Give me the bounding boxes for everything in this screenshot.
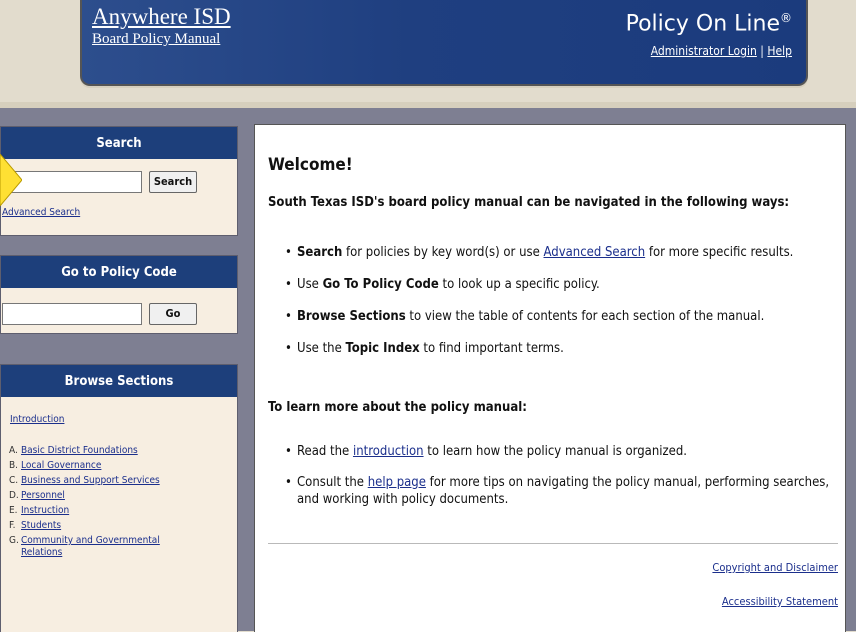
list-item: Read the introduction to learn how the p… — [285, 443, 840, 460]
admin-login-link[interactable]: Administrator Login — [651, 44, 757, 58]
site-name-link[interactable]: Anywhere ISD — [92, 4, 231, 30]
site-title-block: Anywhere ISD Board Policy Manual — [92, 4, 231, 48]
way-topic-index-bold: Topic Index — [345, 341, 420, 356]
pointer-arrow-icon — [0, 154, 22, 206]
section-link[interactable]: Business and Support Services — [21, 475, 160, 487]
help-link[interactable]: Help — [767, 44, 792, 58]
section-link[interactable]: Personnel — [21, 490, 65, 502]
policy-code-input[interactable] — [2, 303, 142, 325]
section-list-item: F. Students — [9, 520, 201, 532]
list-item: Browse Sections to view the table of con… — [285, 309, 793, 325]
header-link-separator: | — [760, 44, 764, 59]
section-list-item: B. Local Governance — [9, 460, 201, 472]
introduction-inline-link[interactable]: introduction — [353, 444, 424, 459]
section-list-item: G. Community and Governmental Relations — [9, 535, 201, 559]
navigation-ways-list: Search for policies by key word(s) or us… — [285, 245, 793, 373]
way-text: Use — [297, 277, 323, 292]
way-browse-bold: Browse Sections — [297, 309, 406, 324]
section-list-item: E. Instruction — [9, 505, 201, 517]
section-list-item: A. Basic District Foundations — [9, 445, 201, 457]
search-panel: Search Search Advanced Search — [0, 126, 238, 236]
copyright-link[interactable]: Copyright and Disclaimer — [712, 561, 838, 574]
header-links: Administrator Login | Help — [626, 44, 792, 58]
welcome-heading: Welcome! — [268, 155, 353, 175]
section-link[interactable]: Community and Governmental Relations — [21, 535, 201, 559]
section-link[interactable]: Basic District Foundations — [21, 445, 138, 457]
way-policy-code-bold: Go To Policy Code — [322, 277, 439, 292]
search-input[interactable] — [2, 171, 142, 193]
list-item: Use the Topic Index to find important te… — [285, 341, 793, 357]
learn-more-list: Read the introduction to learn how the p… — [285, 443, 840, 522]
section-list-item: D. Personnel — [9, 490, 201, 502]
list-item: Search for policies by key word(s) or us… — [285, 245, 793, 261]
section-letter: F. — [9, 520, 16, 531]
learn-text: Read the — [297, 444, 353, 459]
search-button[interactable]: Search — [149, 171, 197, 193]
brand-block: Policy On Line® Administrator Login | He… — [626, 4, 792, 58]
way-text: Use the — [297, 341, 346, 356]
section-link[interactable]: Local Governance — [21, 460, 101, 472]
way-text: to look up a specific policy. — [438, 277, 600, 292]
intro-text: South Texas ISD's board policy manual ca… — [268, 195, 790, 210]
list-item: Consult the help page for more tips on n… — [285, 474, 840, 508]
section-letter: C. — [9, 475, 19, 486]
go-button[interactable]: Go — [149, 303, 197, 325]
section-letter: B. — [9, 460, 19, 471]
brand-name: Policy On Line — [625, 11, 780, 37]
registered-mark: ® — [780, 11, 792, 25]
section-letter: E. — [9, 505, 18, 516]
policy-code-panel: Go to Policy Code Go — [0, 255, 238, 334]
introduction-link[interactable]: Introduction — [10, 414, 64, 425]
learn-text: to learn how the policy manual is organi… — [423, 444, 687, 459]
brand-title: Policy On Line® — [626, 4, 792, 38]
advanced-search-link[interactable]: Advanced Search — [2, 207, 80, 218]
learn-text: Consult the — [297, 475, 368, 490]
section-letter: D. — [9, 490, 19, 501]
section-list-item: C. Business and Support Services — [9, 475, 201, 487]
search-panel-title: Search — [1, 127, 237, 159]
section-letter: A. — [9, 445, 18, 456]
footer-divider — [268, 543, 838, 544]
section-link[interactable]: Instruction — [21, 505, 69, 517]
advanced-search-inline-link[interactable]: Advanced Search — [544, 245, 646, 260]
help-page-inline-link[interactable]: help page — [368, 475, 426, 490]
way-text: for policies by key word(s) or use — [342, 245, 544, 260]
manual-name-link[interactable]: Board Policy Manual — [92, 30, 231, 48]
accessibility-link[interactable]: Accessibility Statement — [722, 595, 838, 608]
way-text: to view the table of contents for each s… — [405, 309, 765, 324]
browse-sections-title: Browse Sections — [1, 365, 237, 397]
content-panel: Welcome! South Texas ISD's board policy … — [254, 124, 846, 632]
way-text: to find important terms. — [419, 341, 564, 356]
site-header: Anywhere ISD Board Policy Manual Policy … — [80, 0, 808, 86]
section-list: A. Basic District Foundations B. Local Gove… — [9, 445, 201, 562]
policy-code-title: Go to Policy Code — [1, 256, 237, 288]
browse-sections-panel: Browse Sections Introduction A. Basic Dis… — [0, 364, 238, 632]
section-letter: G. — [9, 535, 19, 546]
way-search-bold: Search — [297, 245, 343, 260]
way-text: for more specific results. — [645, 245, 794, 260]
section-link[interactable]: Students — [21, 520, 61, 532]
learn-more-heading: To learn more about the policy manual: — [268, 400, 527, 415]
list-item: Use Go To Policy Code to look up a speci… — [285, 277, 793, 293]
